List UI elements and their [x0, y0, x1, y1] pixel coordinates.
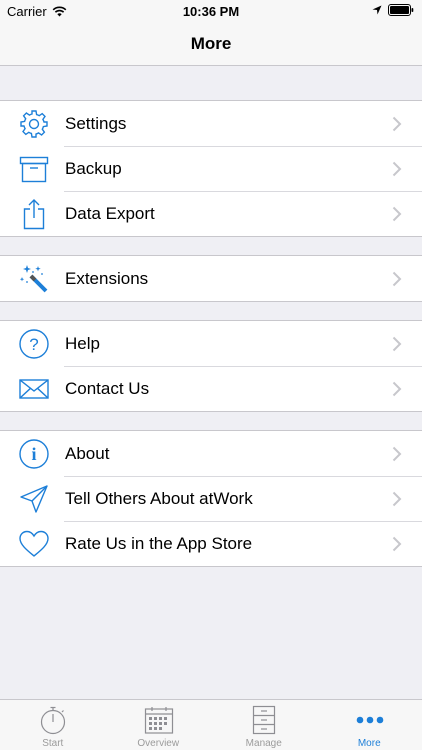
chevron-right-icon	[392, 336, 402, 352]
clock: 10:36 PM	[182, 4, 240, 19]
chevron-right-icon	[392, 491, 402, 507]
question-icon: ?	[19, 329, 49, 359]
menu-group-extensions: Extensions	[0, 255, 422, 302]
magic-wand-icon	[19, 265, 48, 293]
chevron-right-icon	[392, 381, 402, 397]
chevron-right-icon	[392, 536, 402, 552]
stopwatch-icon	[40, 706, 66, 735]
menu-item-data-export[interactable]: Data Export	[0, 191, 422, 236]
chevron-right-icon	[392, 206, 402, 222]
tab-bar: Start Overview Manage More	[0, 699, 422, 750]
chevron-right-icon	[392, 446, 402, 462]
envelope-icon	[19, 379, 49, 399]
gear-icon	[20, 110, 48, 138]
tab-label: Manage	[245, 738, 282, 749]
chevron-right-icon	[392, 271, 402, 287]
status-bar: Carrier 10:36 PM	[0, 0, 422, 22]
menu-item-settings[interactable]: Settings	[0, 101, 422, 146]
menu-item-label: Extensions	[65, 269, 149, 288]
status-right	[366, 4, 414, 16]
heart-icon	[19, 530, 49, 557]
menu-group-about: i About Tell Others About atWork Rate Us…	[0, 430, 422, 567]
menu-group-support: ? Help Contact Us	[0, 320, 422, 412]
menu-group-general: Settings Backup Data Export	[0, 100, 422, 237]
calendar-icon	[144, 707, 173, 734]
menu-item-help[interactable]: ? Help	[0, 321, 422, 366]
tab-label: More	[357, 738, 381, 749]
tab-overview[interactable]: Overview	[106, 700, 212, 750]
menu-item-label: Help	[65, 334, 100, 353]
menu-item-label: Rate Us in the App Store	[65, 534, 253, 553]
menu-item-tell-others[interactable]: Tell Others About atWork	[0, 476, 422, 521]
chevron-right-icon	[392, 161, 402, 177]
info-icon: i	[19, 439, 49, 469]
page-title: More	[190, 34, 232, 53]
more-dots-icon	[356, 716, 383, 724]
tab-label: Overview	[137, 738, 180, 749]
share-icon	[23, 199, 45, 230]
tab-manage[interactable]: Manage	[211, 700, 317, 750]
battery-icon	[388, 4, 414, 16]
menu-item-label: Data Export	[65, 204, 155, 223]
tab-label: Start	[42, 738, 64, 749]
svg-text:?: ?	[29, 335, 38, 354]
menu-item-label: About	[65, 444, 110, 463]
menu-item-extensions[interactable]: Extensions	[0, 256, 422, 301]
menu-item-label: Tell Others About atWork	[65, 489, 253, 508]
menu-item-about[interactable]: i About	[0, 431, 422, 476]
chevron-right-icon	[392, 116, 402, 132]
menu-item-backup[interactable]: Backup	[0, 146, 422, 191]
menu-item-contact-us[interactable]: Contact Us	[0, 366, 422, 411]
location-arrow-icon	[372, 5, 382, 15]
paper-plane-icon	[20, 485, 48, 513]
menu-item-label: Settings	[65, 114, 127, 133]
archive-box-icon	[19, 156, 49, 183]
svg-text:i: i	[31, 444, 36, 464]
tab-start[interactable]: Start	[0, 700, 106, 750]
cabinet-icon	[252, 705, 276, 735]
navigation-bar: More	[0, 22, 422, 66]
tab-more[interactable]: More	[317, 700, 422, 750]
menu-item-label: Backup	[65, 159, 122, 178]
menu-item-rate-us[interactable]: Rate Us in the App Store	[0, 521, 422, 566]
menu-item-label: Contact Us	[65, 379, 150, 398]
